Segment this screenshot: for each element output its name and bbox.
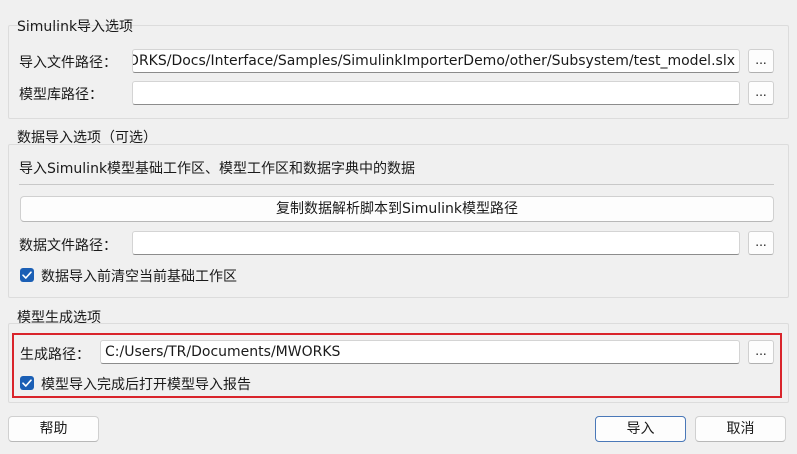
import-button[interactable]: 导入: [595, 416, 686, 442]
clear-workspace-label: 数据导入前清空当前基础工作区: [41, 269, 237, 285]
open-report-checkbox[interactable]: [20, 376, 34, 390]
library-path-label: 模型库路径：: [19, 87, 103, 103]
library-path-browse-button[interactable]: ...: [748, 81, 774, 105]
copy-script-button[interactable]: 复制数据解析脚本到Simulink模型路径: [20, 196, 774, 222]
data-separator: [19, 184, 774, 185]
checkmark-icon: [22, 379, 32, 387]
generate-path-browse-button[interactable]: ...: [748, 340, 774, 364]
data-file-browse-button[interactable]: ...: [748, 231, 774, 255]
open-report-label: 模型导入完成后打开模型导入报告: [41, 377, 251, 393]
generate-options-title: 模型生成选项: [17, 310, 101, 326]
generate-path-field[interactable]: C:/Users/TR/Documents/MWORKS: [100, 340, 740, 364]
import-path-field[interactable]: ~/Documents/MWORKS/Docs/Interface/Sample…: [132, 49, 740, 73]
simulink-options-title: Simulink导入选项: [17, 19, 134, 35]
data-file-label: 数据文件路径：: [19, 238, 117, 254]
data-description: 导入Simulink模型基础工作区、模型工作区和数据字典中的数据: [19, 161, 416, 177]
data-file-field[interactable]: [132, 231, 740, 255]
clear-workspace-checkbox[interactable]: [20, 268, 34, 282]
cancel-button[interactable]: 取消: [695, 416, 786, 442]
checkmark-icon: [22, 271, 32, 279]
help-button[interactable]: 帮助: [8, 416, 99, 442]
generate-path-label: 生成路径：: [20, 347, 90, 363]
library-path-field[interactable]: [132, 81, 740, 105]
data-options-title: 数据导入选项（可选）: [17, 130, 157, 146]
import-path-browse-button[interactable]: ...: [748, 49, 774, 73]
import-path-label: 导入文件路径：: [19, 55, 117, 71]
